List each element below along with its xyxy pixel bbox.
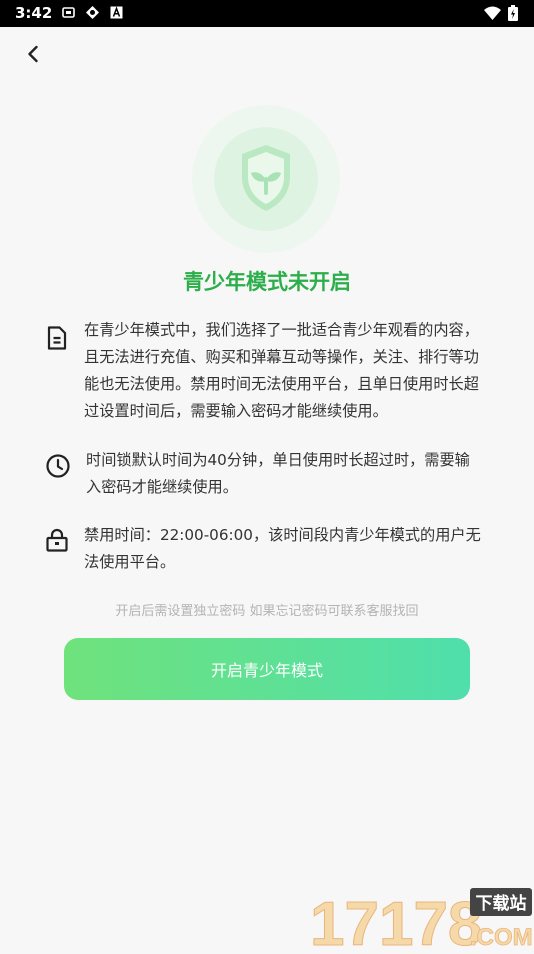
status-bar: 3:42 <box>0 0 534 27</box>
info-item-ban-time: 禁用时间：22:00-06:00，该时间段内青少年模式的用户无法使用平台。 <box>44 522 494 578</box>
shield-inner-circle <box>214 127 318 231</box>
info-text-content: 在青少年模式中，我们选择了一批适合青少年观看的内容，且无法进行充值、购买和弹幕互… <box>84 321 479 420</box>
wifi-icon <box>484 6 501 20</box>
info-item-time-lock: 时间锁默认时间为40分钟，单日使用时长超过时，需要输入密码才能继续使用。 <box>44 447 494 503</box>
watermark-label: 下载站 <box>476 893 527 914</box>
watermark-domain: .COM <box>470 924 533 950</box>
page-title: 青少年模式未开启 <box>183 270 351 294</box>
battery-charging-icon <box>508 5 518 21</box>
shield-sprout-icon <box>242 145 290 211</box>
document-icon <box>47 326 67 350</box>
lock-icon <box>46 528 68 552</box>
status-time: 3:42 <box>15 4 53 22</box>
shield-illustration <box>192 105 340 253</box>
screenshot-icon <box>62 7 75 18</box>
info-text-ban-time: 禁用时间：22:00-06:00，该时间段内青少年模式的用户无法使用平台。 <box>84 526 481 571</box>
enable-youth-mode-button[interactable]: 开启青少年模式 <box>64 638 470 700</box>
watermark: 17178 下载站 .COM <box>310 885 534 954</box>
info-item-content: 在青少年模式中，我们选择了一批适合青少年观看的内容，且无法进行充值、购买和弹幕互… <box>44 317 494 429</box>
font-icon <box>110 6 123 19</box>
clock-icon <box>46 454 70 478</box>
password-hint: 开启后需设置独立密码 如果忘记密码可联系客服找回 <box>115 604 419 619</box>
enable-youth-mode-label: 开启青少年模式 <box>210 661 323 680</box>
watermark-logo: 17178 下载站 .COM <box>310 888 533 954</box>
watermark-number: 17178 <box>310 890 482 950</box>
back-arrow-icon[interactable] <box>22 42 46 66</box>
sync-icon <box>86 6 99 19</box>
info-text-time-lock: 时间锁默认时间为40分钟，单日使用时长超过时，需要输入密码才能继续使用。 <box>86 451 470 496</box>
